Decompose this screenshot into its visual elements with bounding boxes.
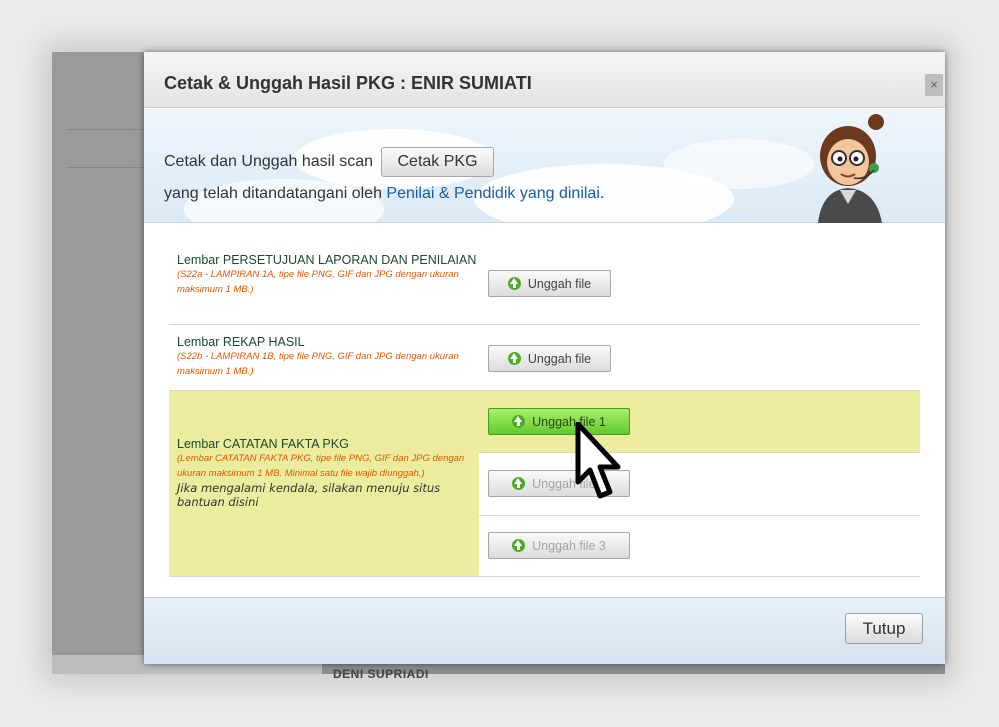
upload-dialog: Cetak & Unggah Hasil PKG : ENIR SUMIATI …	[144, 52, 945, 664]
close-button[interactable]: Tutup	[845, 613, 923, 644]
row-note: (S22a - LAMPIRAN 1A, tipe file PNG, GIF …	[177, 269, 459, 295]
upload-file-button[interactable]: Unggah file	[488, 345, 611, 372]
row-title: Lembar REKAP HASIL	[177, 335, 305, 349]
upload-arrow-icon	[512, 415, 526, 428]
upload-arrow-icon	[512, 539, 526, 552]
intro-text: yang telah ditandatangani oleh	[164, 185, 387, 202]
dialog-footer: Tutup	[144, 597, 945, 664]
row-label-group: Lembar PERSETUJUAN LAPORAN DAN PENILAIAN…	[177, 253, 477, 297]
dialog-titlebar: Cetak & Unggah Hasil PKG : ENIR SUMIATI …	[144, 52, 945, 108]
intro-text: .	[599, 185, 605, 202]
intro-text: Cetak dan Unggah hasil scan	[164, 153, 374, 171]
print-pkg-button[interactable]: Cetak PKG	[381, 147, 494, 177]
upload-arrow-icon	[507, 277, 521, 290]
upload-file-3-button[interactable]: Unggah file 3	[488, 532, 630, 559]
row-label-group: Lembar CATATAN FAKTA PKG (Lembar CATATAN…	[177, 437, 477, 509]
upload-file-button[interactable]: Unggah file	[488, 270, 611, 297]
upload-row-catatan-fakta: Lembar CATATAN FAKTA PKG (Lembar CATATAN…	[169, 391, 920, 577]
button-label: Unggah file 3	[532, 538, 606, 553]
upload-arrow-icon	[512, 477, 526, 490]
close-icon[interactable]: ×	[925, 74, 943, 96]
upload-arrow-icon	[507, 352, 521, 365]
background-name-label: DENI SUPRIADI	[333, 667, 429, 681]
dialog-title: Cetak & Unggah Hasil PKG : ENIR SUMIATI	[164, 73, 532, 93]
row-title: Lembar CATATAN FAKTA PKG	[177, 437, 349, 451]
hand-pointer-icon	[575, 422, 621, 499]
background-row	[66, 92, 144, 130]
slot-divider	[479, 515, 920, 516]
button-label: Unggah file	[527, 351, 592, 366]
row-note: (Lembar CATATAN FAKTA PKG, tipe file PNG…	[177, 453, 465, 479]
background-row	[66, 130, 144, 168]
upload-row-persetujuan: Lembar PERSETUJUAN LAPORAN DAN PENILAIAN…	[169, 223, 920, 325]
row-title: Lembar PERSETUJUAN LAPORAN DAN PENILAIAN	[177, 253, 477, 267]
mascot-illustration	[818, 114, 884, 223]
signers-link[interactable]: Penilai & Pendidik yang dinilai	[386, 185, 599, 202]
cloud-decoration	[664, 139, 814, 189]
row-label-group: Lembar REKAP HASIL (S22b - LAMPIRAN 1B, …	[177, 335, 477, 379]
row-label-cell: Lembar CATATAN FAKTA PKG (Lembar CATATAN…	[169, 391, 479, 576]
help-text[interactable]: Jika mengalami kendala, silakan menuju s…	[177, 481, 457, 509]
intro-text-line2: yang telah ditandatangani oleh Penilai &…	[164, 185, 604, 203]
upload-row-rekap: Lembar REKAP HASIL (S22b - LAMPIRAN 1B, …	[169, 325, 920, 391]
row-note: (S22b - LAMPIRAN 1B, tipe file PNG, GIF …	[177, 351, 459, 377]
intro-text-line1: Cetak dan Unggah hasil scan Cetak PKG	[164, 147, 494, 177]
button-label: Unggah file	[527, 276, 592, 291]
